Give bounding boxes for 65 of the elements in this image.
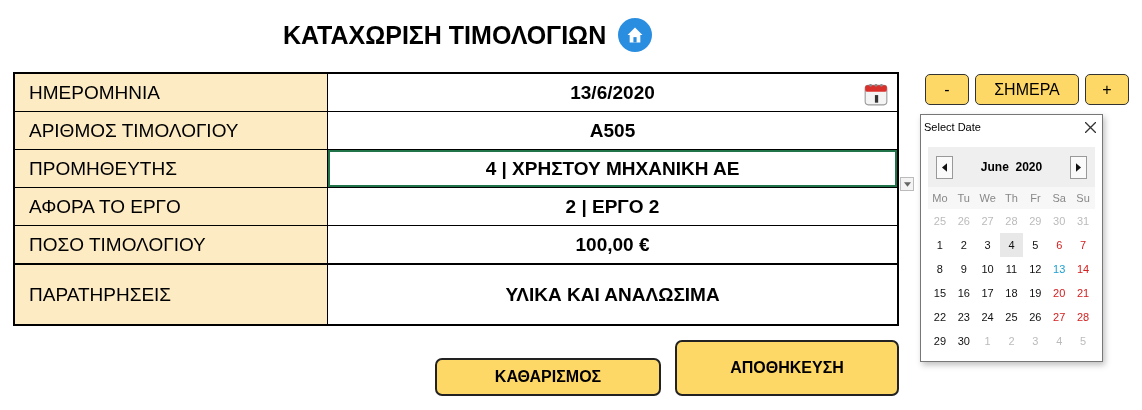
calendar-day[interactable]: 17 — [975, 281, 1000, 305]
clear-button[interactable]: ΚΑΘΑΡΙΣΜΟΣ — [435, 358, 661, 396]
field-label: ΠΟΣΟ ΤΙΜΟΛΟΓΙΟΥ — [15, 226, 328, 263]
weekday-label: Th — [1004, 191, 1019, 206]
calendar-day[interactable]: 8 — [928, 257, 952, 281]
calendar-day[interactable]: 25 — [999, 305, 1024, 329]
calendar-day[interactable]: 3 — [975, 233, 1000, 257]
calendar-day[interactable]: 7 — [1071, 233, 1095, 257]
save-button[interactable]: ΑΠΟΘΗΚΕΥΣΗ — [675, 340, 899, 396]
right-arrow-icon — [1076, 162, 1081, 172]
month-label: June 2020 — [980, 160, 1043, 174]
calendar-day[interactable]: 18 — [999, 281, 1024, 305]
weekday-label: Sa — [1051, 191, 1067, 206]
calendar-day[interactable]: 19 — [1023, 281, 1048, 305]
weekday-label: We — [978, 191, 997, 206]
field-value[interactable]: ΥΛΙΚΑ ΚΑΙ ΑΝΑΛΩΣΙΜΑ — [328, 265, 897, 324]
calendar-day[interactable]: 20 — [1047, 281, 1072, 305]
calendar-day[interactable]: 11 — [999, 257, 1024, 281]
calendar-day[interactable]: 30 — [951, 329, 976, 353]
calendar-day[interactable]: 28 — [1071, 305, 1095, 329]
date-button[interactable]: - — [925, 74, 969, 105]
field-value[interactable]: Α505 — [328, 112, 897, 149]
calendar-day[interactable]: 21 — [1071, 281, 1095, 305]
weekday-label: Fr — [1029, 191, 1042, 206]
close-icon[interactable] — [1085, 121, 1096, 133]
calendar-day[interactable]: 16 — [951, 281, 976, 305]
calendar-icon[interactable] — [863, 81, 889, 107]
left-arrow-icon — [942, 162, 947, 172]
calendar-day[interactable]: 6 — [1047, 233, 1072, 257]
calendar-day[interactable]: 29 — [928, 329, 952, 353]
weekday-label: Su — [1075, 191, 1091, 206]
calendar-day[interactable]: 4 — [999, 233, 1024, 257]
field-value[interactable]: 4 | ΧΡΗΣΤΟΥ ΜΗΧΑΝΙΚΗ ΑΕ — [328, 150, 897, 187]
calendar-day[interactable]: 9 — [951, 257, 976, 281]
calendar-day[interactable]: 22 — [928, 305, 952, 329]
field-label: ΠΑΡΑΤΗΡΗΣΕΙΣ — [15, 265, 328, 324]
date-button[interactable]: ΣΗΜΕΡΑ — [975, 74, 1079, 105]
field-label: ΑΡΙΘΜΟΣ ΤΙΜΟΛΟΓΙΟΥ — [15, 112, 328, 149]
field-value[interactable]: 2 | ΕΡΓΟ 2 — [328, 188, 897, 225]
calendar-day[interactable]: 10 — [975, 257, 1000, 281]
calendar-day[interactable]: 5 — [1023, 233, 1048, 257]
weekday-label: Tu — [956, 191, 971, 206]
field-label: ΗΜΕΡΟΜΗΝΙΑ — [15, 74, 328, 111]
home-icon[interactable] — [618, 18, 653, 52]
date-button[interactable]: + — [1085, 74, 1129, 105]
calendar-day[interactable]: 12 — [1023, 257, 1048, 281]
calendar-day[interactable]: 2 — [951, 233, 976, 257]
picker-title: Select Date — [924, 121, 981, 133]
caret-icon — [903, 181, 911, 187]
field-value[interactable]: 100,00 € — [328, 226, 897, 263]
field-value[interactable]: 13/6/2020 — [328, 74, 897, 111]
calendar-day[interactable]: 26 — [1023, 305, 1048, 329]
calendar-day[interactable]: 27 — [1047, 305, 1072, 329]
calendar-day[interactable]: 23 — [951, 305, 976, 329]
field-label: ΑΦΟΡΑ ΤΟ ΕΡΓΟ — [15, 188, 328, 225]
calendar-day[interactable]: 15 — [928, 281, 952, 305]
previous-month-button[interactable] — [936, 155, 953, 179]
weekday-label: Mo — [931, 191, 949, 206]
next-month-button[interactable] — [1070, 155, 1087, 179]
page-title: ΚΑΤΑΧΩΡΙΣΗ ΤΙΜΟΛΟΓΙΩΝ — [283, 20, 607, 50]
calendar-day[interactable]: 14 — [1071, 257, 1095, 281]
calendar-day[interactable]: 1 — [928, 233, 952, 257]
field-label: ΠΡΟΜΗΘΕΥΤΗΣ — [15, 150, 328, 187]
dropdown-button[interactable] — [900, 177, 914, 191]
calendar-day[interactable]: 24 — [975, 305, 1000, 329]
